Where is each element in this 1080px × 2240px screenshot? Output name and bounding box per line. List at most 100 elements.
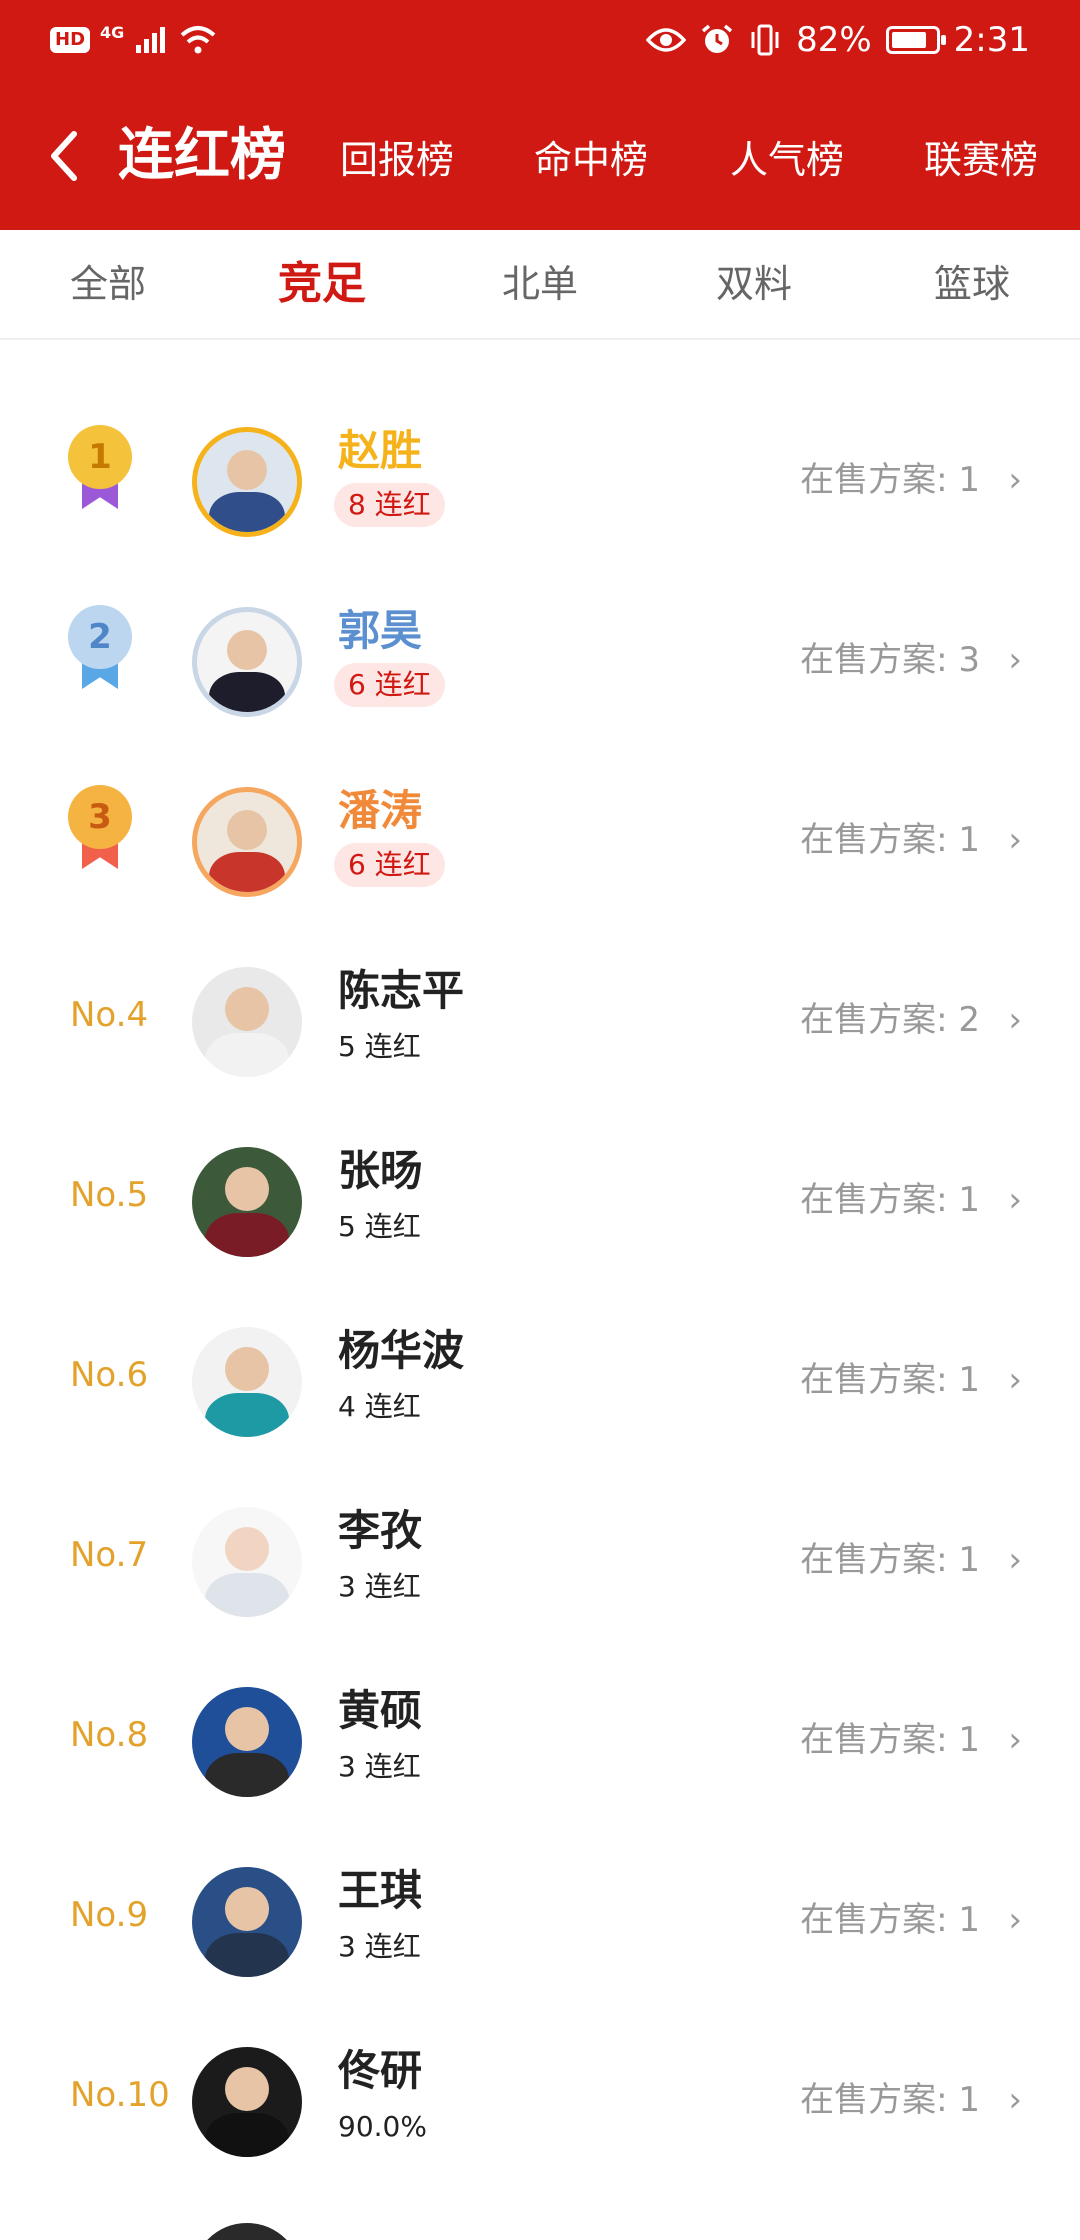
list-item[interactable]: No.9 王琪 3 连红 在售方案: 1 › — [0, 1825, 1080, 2005]
on-sale-count[interactable]: 在售方案: 1 — [800, 455, 980, 505]
tab-league-rank[interactable]: 联赛榜 — [924, 132, 1038, 188]
on-sale-label: 在售方案: — [800, 820, 948, 860]
avatar[interactable] — [192, 787, 302, 897]
avatar[interactable] — [192, 967, 302, 1077]
avatar-body — [209, 852, 285, 892]
back-button[interactable] — [46, 128, 86, 184]
avatar-body — [205, 1753, 289, 1797]
chevron-right-icon[interactable]: › — [1008, 2077, 1022, 2123]
streak-count: 5 连红 — [338, 1210, 421, 1243]
category-tabs: 全部 竞足 北单 双料 篮球 — [0, 230, 1080, 340]
chevron-right-icon[interactable]: › — [1008, 997, 1022, 1043]
tab-jingzu[interactable]: 竞足 — [278, 254, 366, 314]
on-sale-count[interactable]: 在售方案: 3 — [800, 635, 980, 685]
tab-shuangliao[interactable]: 双料 — [716, 254, 792, 314]
avatar[interactable] — [192, 1507, 302, 1617]
on-sale-count[interactable]: 在售方案: 1 — [800, 1175, 980, 1225]
avatar-body — [209, 492, 285, 532]
avatar-face — [227, 450, 267, 490]
list-item[interactable]: No.10 佟研 90.0% 在售方案: 1 › — [0, 2005, 1080, 2185]
list-item[interactable]: No.5 张旸 5 连红 在售方案: 1 › — [0, 1105, 1080, 1285]
title-bar: 连红榜 回报榜 命中榜 人气榜 联赛榜 — [0, 110, 1080, 202]
expert-name[interactable]: 陈志平 — [338, 963, 464, 1019]
on-sale-count[interactable]: 在售方案: 1 — [800, 2075, 980, 2125]
list-item[interactable]: No.8 黄硕 3 连红 在售方案: 1 › — [0, 1645, 1080, 1825]
avatar[interactable] — [192, 2223, 302, 2240]
expert-name[interactable]: 黄硕 — [338, 1683, 422, 1739]
on-sale-number: 1 — [958, 1900, 980, 1940]
avatar-body — [209, 672, 285, 712]
expert-name[interactable]: 王琪 — [338, 1863, 422, 1919]
avatar[interactable] — [192, 2047, 302, 2157]
on-sale-count[interactable]: 在售方案: 1 — [800, 1895, 980, 1945]
rank-number: No.4 — [70, 995, 149, 1035]
streak-count: 5 连红 — [338, 1030, 421, 1063]
network-label: 4G — [100, 22, 125, 42]
silver-medal-icon: 2 — [68, 605, 132, 705]
status-left: HD 4G — [50, 18, 218, 62]
expert-name[interactable]: 赵胜 — [338, 423, 422, 479]
list-item-partial[interactable] — [0, 2185, 1080, 2240]
avatar[interactable] — [192, 1867, 302, 1977]
chevron-right-icon[interactable]: › — [1008, 1357, 1022, 1403]
tab-hit-rank[interactable]: 命中榜 — [534, 132, 648, 188]
avatar[interactable] — [192, 427, 302, 537]
on-sale-count[interactable]: 在售方案: 2 — [800, 995, 980, 1045]
list-item[interactable]: No.6 杨华波 4 连红 在售方案: 1 › — [0, 1285, 1080, 1465]
medal-rank: 1 — [68, 425, 132, 489]
expert-name[interactable]: 佟研 — [338, 2043, 422, 2099]
avatar-face — [225, 1706, 269, 1751]
battery-fill — [891, 32, 926, 48]
list-item[interactable]: 3 潘涛 6 连红 在售方案: 1 › — [0, 745, 1080, 925]
streak-badge: 6 连红 — [334, 663, 445, 707]
streak-count: 3 连红 — [338, 1750, 421, 1783]
list-item[interactable]: 1 赵胜 8 连红 在售方案: 1 › — [0, 385, 1080, 565]
tab-all[interactable]: 全部 — [70, 254, 146, 314]
list-item[interactable]: No.7 李孜 3 连红 在售方案: 1 › — [0, 1465, 1080, 1645]
list-item[interactable]: 2 郭昊 6 连红 在售方案: 3 › — [0, 565, 1080, 745]
on-sale-count[interactable]: 在售方案: 1 — [800, 1715, 980, 1765]
chevron-right-icon[interactable]: › — [1008, 637, 1022, 683]
expert-name[interactable]: 郭昊 — [338, 603, 422, 659]
tab-beidan[interactable]: 北单 — [502, 254, 578, 314]
expert-name[interactable]: 杨华波 — [338, 1323, 464, 1379]
list-item[interactable]: No.4 陈志平 5 连红 在售方案: 2 › — [0, 925, 1080, 1105]
on-sale-count[interactable]: 在售方案: 1 — [800, 1535, 980, 1585]
chevron-right-icon[interactable]: › — [1008, 1717, 1022, 1763]
on-sale-number: 3 — [958, 640, 980, 680]
tab-basketball[interactable]: 篮球 — [934, 254, 1010, 314]
avatar[interactable] — [192, 1147, 302, 1257]
on-sale-number: 1 — [958, 460, 980, 500]
avatar[interactable] — [192, 607, 302, 717]
streak-badge: 6 连红 — [334, 843, 445, 887]
expert-name[interactable]: 李孜 — [338, 1503, 422, 1559]
gold-medal-icon: 1 — [68, 425, 132, 525]
chevron-right-icon[interactable]: › — [1008, 817, 1022, 863]
avatar[interactable] — [192, 1687, 302, 1797]
on-sale-count[interactable]: 在售方案: 1 — [800, 815, 980, 865]
clock: 2:31 — [953, 20, 1030, 60]
chevron-right-icon[interactable]: › — [1008, 1897, 1022, 1943]
expert-name[interactable]: 潘涛 — [338, 783, 422, 839]
on-sale-count[interactable]: 在售方案: 1 — [800, 1355, 980, 1405]
avatar-body — [205, 1933, 289, 1977]
rank-number: No.10 — [70, 2075, 170, 2115]
rank-number: No.6 — [70, 1355, 149, 1395]
on-sale-number: 1 — [958, 1720, 980, 1760]
expert-name[interactable]: 张旸 — [338, 1143, 422, 1199]
avatar-face — [225, 1166, 269, 1211]
chevron-right-icon[interactable]: › — [1008, 457, 1022, 503]
eye-icon — [646, 28, 687, 52]
tab-return-rank[interactable]: 回报榜 — [340, 132, 454, 188]
battery-icon — [885, 26, 946, 54]
chevron-right-icon[interactable]: › — [1008, 1177, 1022, 1223]
medal-rank: 2 — [68, 605, 132, 669]
streak-badge: 8 连红 — [334, 483, 445, 527]
avatar[interactable] — [192, 1327, 302, 1437]
status-right: 82% 2:31 — [646, 16, 1030, 64]
on-sale-label: 在售方案: — [800, 2080, 948, 2120]
page-title: 连红榜 — [118, 123, 286, 188]
tab-popularity-rank[interactable]: 人气榜 — [730, 132, 844, 188]
avatar-face — [225, 1526, 269, 1571]
chevron-right-icon[interactable]: › — [1008, 1537, 1022, 1583]
